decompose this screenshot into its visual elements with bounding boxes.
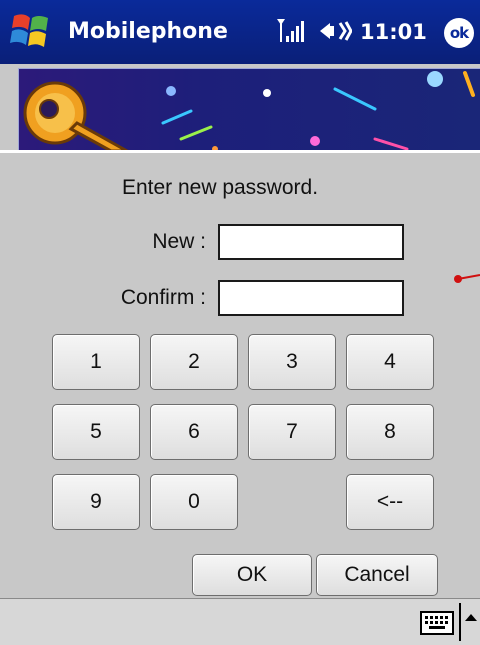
- new-password-field[interactable]: [218, 224, 404, 260]
- signal-icon[interactable]: [276, 16, 306, 44]
- title-bar: Mobilephone 11:01 ok: [0, 0, 480, 64]
- key-8[interactable]: 8: [346, 404, 434, 460]
- keyboard-icon[interactable]: [420, 611, 454, 635]
- key-1[interactable]: 1: [52, 334, 140, 390]
- backspace-key[interactable]: <--: [346, 474, 434, 530]
- app-title: Mobilephone: [68, 19, 228, 44]
- cancel-button[interactable]: Cancel: [316, 554, 438, 596]
- key-2[interactable]: 2: [150, 334, 238, 390]
- key-0[interactable]: 0: [150, 474, 238, 530]
- clock[interactable]: 11:01: [360, 18, 427, 46]
- key-7[interactable]: 7: [248, 404, 336, 460]
- ok-button-dialog[interactable]: OK: [192, 554, 312, 596]
- windows-start-icon[interactable]: [6, 10, 54, 54]
- key-9[interactable]: 9: [52, 474, 140, 530]
- pointer-marker-icon: [454, 274, 480, 283]
- key-3[interactable]: 3: [248, 334, 336, 390]
- key-6[interactable]: 6: [150, 404, 238, 460]
- banner: [18, 68, 480, 151]
- menu-bar: [0, 598, 480, 645]
- confirm-password-field[interactable]: [218, 280, 404, 316]
- key-5[interactable]: 5: [52, 404, 140, 460]
- speaker-icon[interactable]: [318, 18, 353, 44]
- banner-divider: [0, 150, 480, 153]
- confirm-password-label: Confirm :: [120, 286, 206, 309]
- prompt-text: Enter new password.: [121, 176, 319, 199]
- key-4[interactable]: 4: [346, 334, 434, 390]
- ok-button[interactable]: ok: [444, 18, 474, 48]
- sip-arrow-icon[interactable]: [456, 599, 480, 645]
- new-password-label: New :: [152, 230, 206, 253]
- key-icon: [23, 81, 131, 151]
